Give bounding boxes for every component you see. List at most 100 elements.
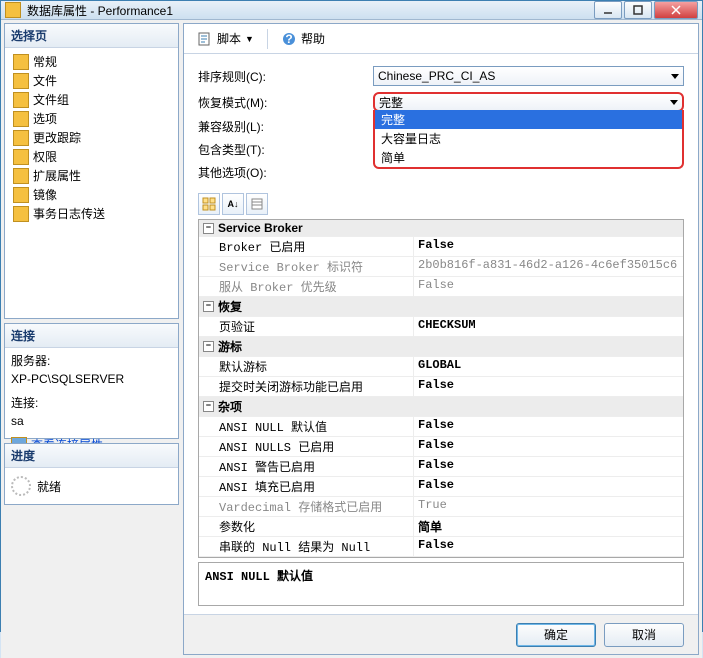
property-row[interactable]: ANSI 警告已启用False: [199, 457, 683, 477]
prop-value[interactable]: True: [414, 497, 683, 516]
page-icon: [13, 206, 29, 222]
chevron-down-icon: [671, 74, 679, 79]
page-icon: [13, 73, 29, 89]
property-row[interactable]: Broker 已启用False: [199, 237, 683, 257]
property-row[interactable]: ANSI NULL 默认值False: [199, 417, 683, 437]
prop-value[interactable]: False: [414, 477, 683, 496]
progress-header: 进度: [5, 444, 178, 468]
property-row[interactable]: ANSI NULLS 已启用False: [199, 437, 683, 457]
nav-item-6[interactable]: 扩展属性: [11, 166, 172, 185]
prop-name: 提交时关闭游标功能已启用: [199, 377, 414, 396]
recovery-dropdown: 完整大容量日志简单: [373, 110, 684, 169]
titlebar[interactable]: 数据库属性 - Performance1: [1, 1, 702, 20]
prop-name: ANSI NULLS 已启用: [199, 437, 414, 456]
prop-name: ANSI 警告已启用: [199, 457, 414, 476]
category-row[interactable]: −游标: [199, 337, 683, 357]
prop-name: 服从 Broker 优先级: [199, 277, 414, 296]
page-icon: [13, 54, 29, 70]
categorize-button[interactable]: [198, 193, 220, 215]
prop-name: Service Broker 标识符: [199, 257, 414, 276]
property-row[interactable]: Service Broker 标识符2b0b816f-a831-46d2-a12…: [199, 257, 683, 277]
server-label: 服务器:: [11, 352, 172, 370]
property-row[interactable]: ANSI 填充已启用False: [199, 477, 683, 497]
prop-value[interactable]: False: [414, 417, 683, 436]
alphabetical-button[interactable]: A↓: [222, 193, 244, 215]
prop-value[interactable]: CHECKSUM: [414, 317, 683, 336]
cancel-button[interactable]: 取消: [604, 623, 684, 647]
help-button[interactable]: ? 帮助: [274, 27, 332, 50]
collapse-icon[interactable]: −: [203, 401, 214, 412]
prop-name: 默认游标: [199, 357, 414, 376]
nav-item-7[interactable]: 镜像: [11, 185, 172, 204]
category-row[interactable]: −杂项: [199, 397, 683, 417]
prop-value[interactable]: False: [414, 377, 683, 396]
nav-item-0[interactable]: 常规: [11, 52, 172, 71]
nav-item-2[interactable]: 文件组: [11, 90, 172, 109]
prop-value[interactable]: 简单: [414, 517, 683, 536]
prop-value[interactable]: False: [414, 277, 683, 296]
collapse-icon[interactable]: −: [203, 301, 214, 312]
prop-name: ANSI 填充已启用: [199, 477, 414, 496]
prop-value[interactable]: False: [414, 437, 683, 456]
select-page-header: 选择页: [5, 24, 178, 48]
conn-value: sa: [11, 412, 172, 430]
category-row[interactable]: −Service Broker: [199, 220, 683, 237]
chevron-down-icon: [670, 100, 678, 105]
page-icon: [13, 168, 29, 184]
nav-item-1[interactable]: 文件: [11, 71, 172, 90]
properties-button[interactable]: [246, 193, 268, 215]
prop-value[interactable]: 2b0b816f-a831-46d2-a126-4c6ef35015c6: [414, 257, 683, 276]
spinner-icon: [11, 476, 31, 496]
collapse-icon[interactable]: −: [203, 223, 214, 234]
property-row[interactable]: Vardecimal 存储格式已启用True: [199, 497, 683, 517]
prop-value[interactable]: False: [414, 237, 683, 256]
property-row[interactable]: 服从 Broker 优先级False: [199, 277, 683, 297]
script-button[interactable]: 脚本 ▼: [190, 27, 261, 50]
property-row[interactable]: 提交时关闭游标功能已启用False: [199, 377, 683, 397]
minimize-button[interactable]: [594, 1, 622, 19]
prop-value[interactable]: GLOBAL: [414, 357, 683, 376]
connection-header: 连接: [5, 324, 178, 348]
connection-section: 连接 服务器: XP-PC\SQLSERVER 连接: sa 查看连接属性: [4, 323, 179, 439]
category-row[interactable]: −恢复: [199, 297, 683, 317]
page-icon: [13, 149, 29, 165]
prop-name: Vardecimal 存储格式已启用: [199, 497, 414, 516]
property-row[interactable]: 参数化简单: [199, 517, 683, 537]
property-grid[interactable]: −Service BrokerBroker 已启用FalseService Br…: [198, 219, 684, 558]
close-button[interactable]: [654, 1, 698, 19]
recovery-select[interactable]: 完整 完整大容量日志简单: [373, 92, 684, 112]
recovery-option[interactable]: 完整: [375, 110, 682, 129]
contain-label: 包含类型(T):: [198, 141, 373, 158]
app-icon: [5, 2, 21, 18]
property-row[interactable]: 串联的 Null 结果为 NullFalse: [199, 537, 683, 557]
select-page-section: 选择页 常规文件文件组选项更改跟踪权限扩展属性镜像事务日志传送: [4, 23, 179, 319]
right-pane: 脚本 ▼ ? 帮助 排序规则(C): Chinese_PRC_CI_AS 恢: [183, 23, 699, 655]
nav-item-8[interactable]: 事务日志传送: [11, 204, 172, 223]
progress-status: 就绪: [37, 478, 61, 495]
recovery-label: 恢复模式(M):: [198, 94, 373, 111]
other-label: 其他选项(O):: [198, 164, 373, 181]
page-icon: [13, 130, 29, 146]
compat-label: 兼容级别(L):: [198, 118, 373, 135]
prop-name: 参数化: [199, 517, 414, 536]
property-row[interactable]: 默认游标GLOBAL: [199, 357, 683, 377]
prop-value[interactable]: False: [414, 457, 683, 476]
maximize-button[interactable]: [624, 1, 652, 19]
footer: 确定 取消: [184, 614, 698, 654]
collation-select[interactable]: Chinese_PRC_CI_AS: [373, 66, 684, 86]
window-title: 数据库属性 - Performance1: [27, 2, 594, 19]
property-row[interactable]: 页验证CHECKSUM: [199, 317, 683, 337]
collapse-icon[interactable]: −: [203, 341, 214, 352]
server-value: XP-PC\SQLSERVER: [11, 370, 172, 388]
ok-button[interactable]: 确定: [516, 623, 596, 647]
window: 数据库属性 - Performance1 选择页 常规文件文件组选项更改跟踪权限…: [0, 0, 703, 632]
nav-item-4[interactable]: 更改跟踪: [11, 128, 172, 147]
nav-item-3[interactable]: 选项: [11, 109, 172, 128]
window-buttons: [594, 1, 698, 19]
prop-value[interactable]: False: [414, 537, 683, 556]
nav-item-5[interactable]: 权限: [11, 147, 172, 166]
recovery-option[interactable]: 大容量日志: [375, 129, 682, 148]
recovery-option[interactable]: 简单: [375, 148, 682, 167]
progress-section: 进度 就绪: [4, 443, 179, 505]
help-icon: ?: [281, 31, 297, 47]
